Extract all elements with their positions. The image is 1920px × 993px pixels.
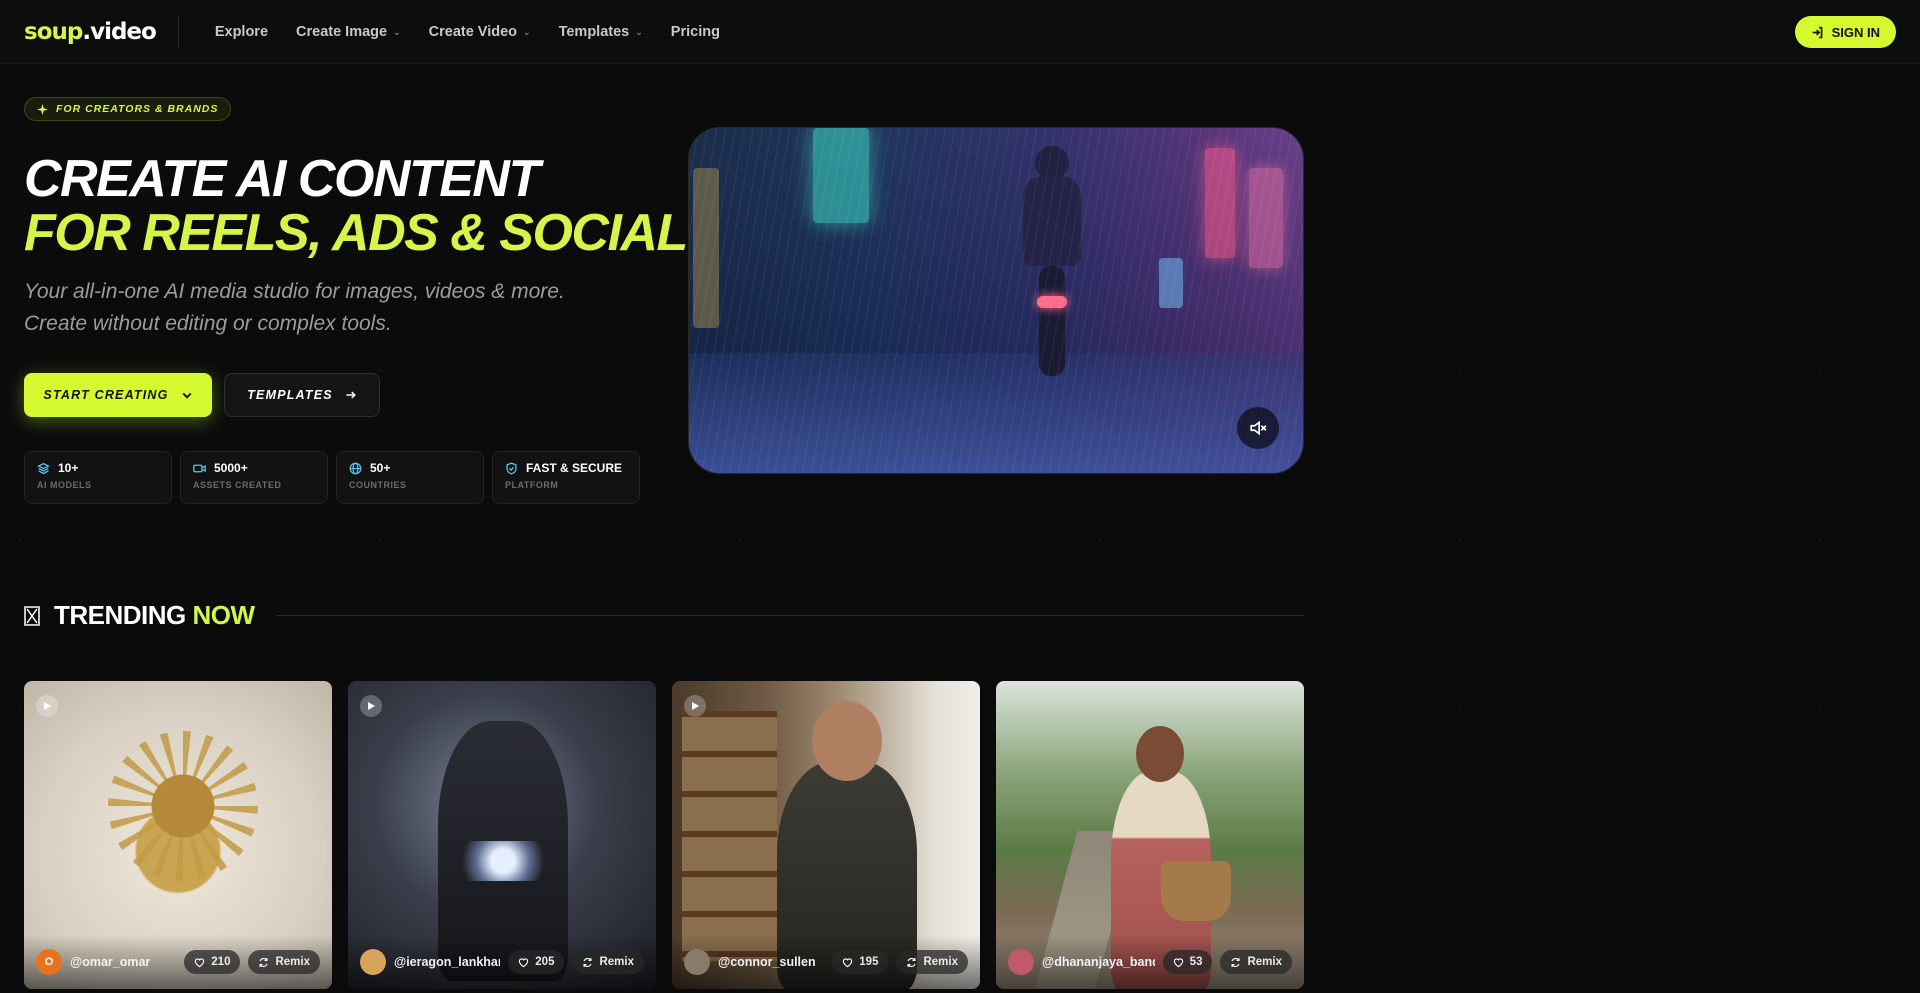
hourglass-icon <box>24 605 40 626</box>
card-artwork <box>1161 861 1231 921</box>
stat-assets-created: 5000+ ASSETS CREATED <box>180 451 328 504</box>
remix-button[interactable]: Remix <box>1220 950 1292 974</box>
hero-badge: FOR CREATORS & BRANDS <box>24 97 232 121</box>
play-glyph <box>368 702 375 710</box>
username[interactable]: @connor_sullen <box>718 955 824 969</box>
trending-card[interactable]: @connor_sullen 195 Remix <box>672 681 980 989</box>
rain-overlay <box>689 128 1303 473</box>
card-footer: @ieragon_lankhar 205 Remix <box>348 935 656 989</box>
card-artwork <box>128 751 238 861</box>
trending-card[interactable]: @ieragon_lankhar 205 Remix <box>348 681 656 989</box>
shield-icon <box>506 462 517 474</box>
sign-in-button[interactable]: SIGN IN <box>1794 16 1896 48</box>
nav-pricing[interactable]: Pricing <box>671 24 720 40</box>
arrow-right-icon <box>346 391 356 399</box>
card-artwork <box>1136 726 1184 782</box>
card-artwork <box>682 711 777 961</box>
stat-ai-models: 10+ AI MODELS <box>24 451 172 504</box>
layers-icon <box>37 462 50 474</box>
logo[interactable]: soup .video <box>24 19 157 45</box>
globe-icon <box>349 462 362 474</box>
refresh-icon <box>907 957 916 967</box>
chevron-down-icon <box>182 392 191 399</box>
heart-icon <box>519 957 529 967</box>
stat-countries: 50+ COUNTRIES <box>336 451 484 504</box>
trending-card[interactable]: O @omar_omar 210 Remix <box>24 681 332 989</box>
trending-header: TRENDING NOW <box>24 600 1304 631</box>
top-navbar: soup .video Explore Create Image ⌄ Create … <box>0 0 1920 64</box>
trending-title: TRENDING NOW <box>54 600 255 630</box>
like-button[interactable]: 210 <box>184 950 241 974</box>
logo-divider <box>177 14 179 49</box>
chevron-down-icon: ⌄ <box>393 27 401 37</box>
remix-button[interactable]: Remix <box>248 950 320 974</box>
sign-in-icon <box>1812 26 1822 38</box>
hero-subtitle: Your all-in-one AI media studio for imag… <box>24 280 565 335</box>
chevron-down-icon: ⌄ <box>523 27 531 37</box>
speaker-muted-icon <box>1250 420 1267 436</box>
sparkle-icon <box>37 103 48 115</box>
play-icon[interactable] <box>36 695 58 717</box>
main-nav: Explore Create Image ⌄ Create Video ⌄ Temp… <box>215 24 720 40</box>
username[interactable]: @omar_omar <box>70 955 176 969</box>
nav-create-image[interactable]: Create Image ⌄ <box>296 24 401 40</box>
nav-create-video[interactable]: Create Video ⌄ <box>429 24 531 40</box>
heart-icon <box>1173 957 1183 967</box>
play-glyph <box>692 702 699 710</box>
card-footer: @connor_sullen 195 Remix <box>672 935 980 989</box>
avatar[interactable] <box>360 949 386 975</box>
nav-explore[interactable]: Explore <box>215 24 268 40</box>
username[interactable]: @ieragon_lankhar <box>394 955 500 969</box>
stat-fast-secure: FAST & SECURE PLATFORM <box>492 451 640 504</box>
refresh-icon <box>259 957 268 967</box>
stats-row: 10+ AI MODELS 5000+ ASSETS CREATED 50+ C… <box>24 451 640 504</box>
heart-icon <box>195 957 205 967</box>
heart-icon <box>843 957 853 967</box>
remix-button[interactable]: Remix <box>896 950 968 974</box>
trending-divider <box>276 615 1304 616</box>
card-artwork <box>448 841 558 881</box>
card-footer: @dhananjaya_bandara 53 Remix <box>996 935 1304 989</box>
avatar[interactable] <box>684 949 710 975</box>
play-glyph <box>44 702 51 710</box>
like-button[interactable]: 205 <box>508 950 565 974</box>
video-icon <box>193 464 206 472</box>
avatar[interactable]: O <box>36 949 62 975</box>
refresh-icon <box>583 957 592 967</box>
start-creating-button[interactable]: START CREATING <box>24 373 212 417</box>
refresh-icon <box>1231 957 1240 967</box>
avatar[interactable] <box>1008 949 1034 975</box>
card-artwork <box>812 701 882 781</box>
like-button[interactable]: 195 <box>832 950 889 974</box>
card-footer: O @omar_omar 210 Remix <box>24 935 332 989</box>
mute-button[interactable] <box>1237 407 1279 449</box>
remix-button[interactable]: Remix <box>572 950 644 974</box>
trending-card[interactable]: @dhananjaya_bandara 53 Remix <box>996 681 1304 989</box>
username[interactable]: @dhananjaya_bandara <box>1042 955 1155 969</box>
nav-templates[interactable]: Templates ⌄ <box>559 24 643 40</box>
hero-title: CREATE AI CONTENT FOR REELS, ADS & SOCIA… <box>24 150 688 262</box>
hero-video-player[interactable] <box>688 127 1304 474</box>
play-icon[interactable] <box>684 695 706 717</box>
like-button[interactable]: 53 <box>1162 950 1213 974</box>
templates-button[interactable]: TEMPLATES <box>224 373 380 417</box>
trending-cards: O @omar_omar 210 Remix @ieragon_lankhar … <box>24 681 1304 989</box>
play-icon[interactable] <box>360 695 382 717</box>
chevron-down-icon: ⌄ <box>635 27 643 37</box>
